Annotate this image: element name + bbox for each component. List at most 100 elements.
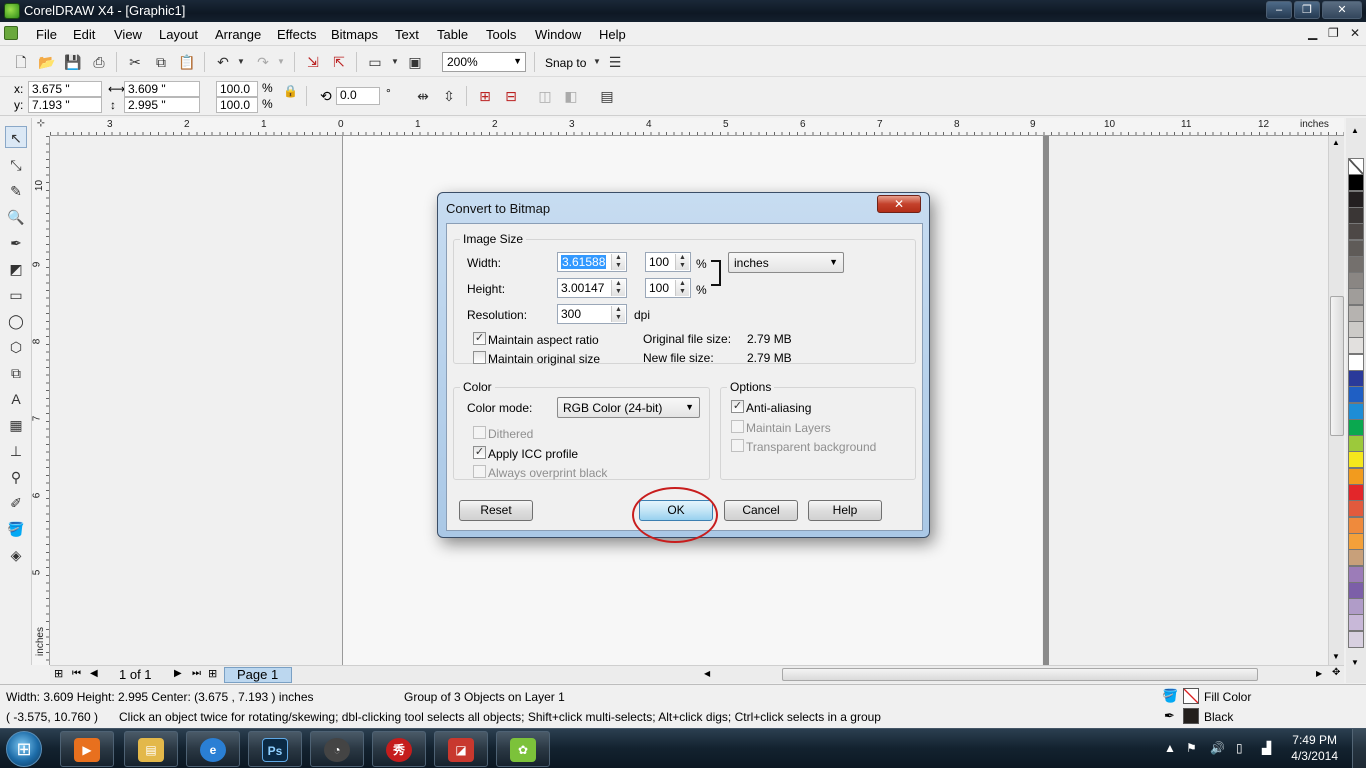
dimension-tool-icon[interactable]: ⊥ (5, 440, 27, 462)
menu-bitmaps[interactable]: Bitmaps (331, 27, 378, 42)
doc-restore-icon[interactable]: ❐ (1328, 26, 1339, 40)
taskbar-internet-explorer[interactable]: e (186, 731, 240, 767)
lock-ratio-icon[interactable]: 🔒 (283, 84, 298, 98)
ungroup-icon[interactable]: ⊟ (502, 87, 520, 105)
menu-tools[interactable]: Tools (486, 27, 516, 42)
new-document-icon[interactable]: 🗋 (12, 53, 30, 71)
options-icon[interactable]: ☰ (606, 53, 624, 71)
taskbar-app-7[interactable]: ◪ (434, 731, 488, 767)
previous-page-icon[interactable]: ◀ (90, 668, 98, 679)
palette-swatch[interactable] (1348, 516, 1364, 534)
palette-scroll-up-icon[interactable]: ▲ (1351, 126, 1359, 135)
coreldraw-app-icon[interactable] (4, 3, 20, 19)
welcome-screen-icon[interactable]: ▣ (406, 53, 424, 71)
dialog-close-button[interactable]: ✕ (877, 195, 921, 213)
last-page-icon[interactable]: ⏭ (192, 668, 201, 679)
polygon-tool-icon[interactable]: ⬡ (5, 336, 27, 358)
palette-swatch[interactable] (1348, 174, 1364, 192)
snap-to-button[interactable]: Snap to (545, 56, 586, 70)
palette-swatch[interactable] (1348, 337, 1364, 355)
copy-icon[interactable]: ⧉ (152, 53, 170, 71)
vertical-scrollbar[interactable]: ▲ ▼ (1328, 136, 1344, 665)
palette-swatch[interactable] (1348, 255, 1364, 273)
palette-swatch[interactable] (1348, 451, 1364, 469)
menu-help[interactable]: Help (599, 27, 626, 42)
mirror-horizontal-icon[interactable]: ⇹ (414, 87, 432, 105)
palette-swatch[interactable] (1348, 369, 1364, 387)
first-page-icon[interactable]: ⏮ (72, 668, 81, 679)
palette-swatch[interactable] (1348, 630, 1364, 648)
palette-swatch[interactable] (1348, 484, 1364, 501)
menu-effects[interactable]: Effects (277, 27, 317, 42)
navigator-icon[interactable]: ✥ (1332, 667, 1340, 678)
palette-swatch[interactable] (1348, 321, 1364, 338)
palette-swatch[interactable] (1348, 239, 1364, 257)
undo-icon[interactable]: ↶ (214, 53, 232, 71)
palette-swatch[interactable] (1348, 223, 1364, 241)
palette-swatch[interactable] (1348, 549, 1364, 567)
horizontal-scroll-thumb[interactable] (782, 668, 1258, 681)
taskbar-app-5[interactable]: ◔ (310, 731, 364, 767)
color-mode-select[interactable]: RGB Color (24-bit) ▼ (557, 397, 700, 418)
menu-view[interactable]: View (114, 27, 142, 42)
palette-swatch[interactable] (1348, 435, 1364, 453)
palette-swatch[interactable] (1348, 288, 1364, 306)
crop-tool-icon[interactable]: ✎ (5, 180, 27, 202)
ruler-origin-icon[interactable]: ⊹ (32, 118, 50, 136)
maintain-original-checkbox[interactable] (473, 351, 486, 364)
application-launcher-icon[interactable]: ▭ (366, 53, 384, 71)
text-tool-icon[interactable]: A (5, 388, 27, 410)
horizontal-ruler[interactable]: 3 2 1 0 1 2 3 4 5 6 7 8 9 10 11 12 inche… (50, 118, 1344, 136)
interactive-fill-tool-icon[interactable]: ◈ (5, 544, 27, 566)
rectangle-tool-icon[interactable]: ▭ (5, 284, 27, 306)
show-desktop-button[interactable] (1352, 729, 1366, 768)
print-icon[interactable]: ⎙ (90, 53, 108, 71)
tray-flag-icon[interactable]: ⚑ (1186, 741, 1197, 755)
zoom-tool-icon[interactable]: 🔍 (5, 206, 27, 228)
shape-tool-icon[interactable]: ⤡ (5, 154, 27, 176)
outline-tool-icon[interactable]: ✐ (5, 492, 27, 514)
taskbar-explorer[interactable]: ▤ (124, 731, 178, 767)
help-button[interactable]: Help (808, 500, 882, 521)
resolution-spinner[interactable]: 300 ▲ ▼ (557, 304, 627, 324)
palette-swatch[interactable] (1348, 418, 1364, 436)
palette-swatch[interactable] (1348, 565, 1364, 583)
mirror-vertical-icon[interactable]: ⇳ (440, 87, 458, 105)
zoom-levels-combo[interactable]: 200% ▼ (442, 52, 526, 72)
palette-swatch[interactable] (1348, 272, 1364, 290)
palette-swatch[interactable] (1348, 532, 1364, 550)
palette-swatch[interactable] (1348, 353, 1364, 371)
cancel-button[interactable]: Cancel (724, 500, 798, 521)
palette-swatch[interactable] (1348, 598, 1364, 616)
spinner-arrows-icon[interactable]: ▲ ▼ (611, 306, 625, 322)
snap-dropdown-icon[interactable]: ▼ (588, 53, 606, 71)
export-icon[interactable]: ⇱ (330, 53, 348, 71)
cut-icon[interactable]: ✂ (126, 53, 144, 71)
doc-minimize-icon[interactable]: ▁ (1308, 26, 1317, 40)
object-height-field[interactable]: 2.995 " (124, 97, 200, 113)
apply-icc-checkbox[interactable]: ✓ (473, 446, 486, 459)
taskbar-photoshop[interactable]: Ps (248, 731, 302, 767)
menu-arrange[interactable]: Arrange (215, 27, 261, 42)
pick-tool-icon[interactable]: ↖ (5, 126, 27, 148)
bitmap-height-spinner[interactable]: 3.00147 ▲ ▼ (557, 278, 627, 298)
tray-volume-icon[interactable]: 🔊 (1210, 741, 1225, 755)
undo-dropdown-icon[interactable]: ▼ (232, 53, 250, 71)
basic-shapes-tool-icon[interactable]: ⧉ (5, 362, 27, 384)
menu-file[interactable]: File (36, 27, 57, 42)
ellipse-tool-icon[interactable]: ◯ (5, 310, 27, 332)
vertical-ruler[interactable]: 10 9 8 7 6 5 inches (31, 136, 50, 665)
y-position-field[interactable]: 7.193 " (28, 97, 102, 113)
bitmap-width-spinner[interactable]: 3.61588 ▲ ▼ (557, 252, 627, 272)
scale-y-field[interactable]: 100.0 (216, 97, 258, 113)
scroll-down-icon[interactable]: ▼ (1332, 652, 1340, 661)
doc-close-icon[interactable]: ✕ (1350, 26, 1360, 40)
palette-swatch[interactable] (1348, 467, 1364, 485)
taskbar-media-player[interactable]: ▶ (60, 731, 114, 767)
launcher-dropdown-icon[interactable]: ▼ (386, 53, 404, 71)
vertical-scroll-thumb[interactable] (1330, 296, 1344, 436)
no-fill-swatch[interactable] (1348, 158, 1364, 175)
menu-text[interactable]: Text (395, 27, 419, 42)
add-page-before-icon[interactable]: ⊞ (54, 667, 63, 680)
spinner-arrows-icon[interactable]: ▲ ▼ (675, 254, 689, 270)
